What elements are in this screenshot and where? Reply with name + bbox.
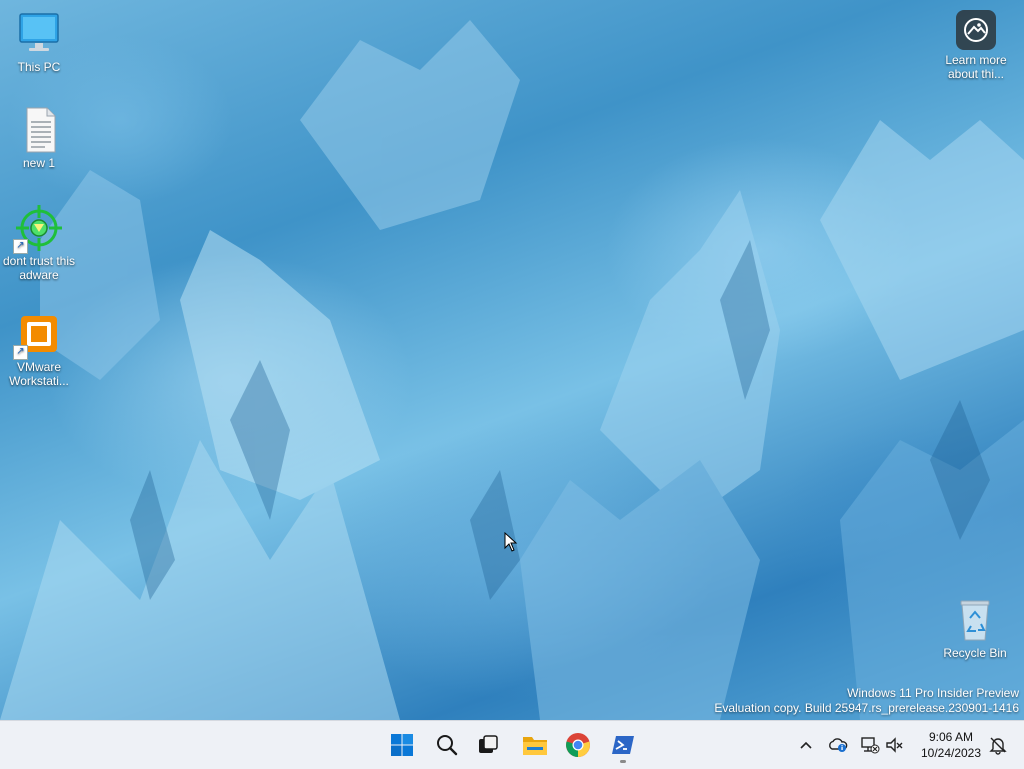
monitor-icon <box>15 10 63 58</box>
desktop-icon-this-pc[interactable]: This PC <box>0 10 78 74</box>
clock[interactable]: 9:06 AM 10/24/2023 <box>916 729 986 761</box>
watermark-edition: Windows 11 Pro Insider Preview <box>847 686 1019 700</box>
crosshair-target-icon: ↗ <box>13 204 63 254</box>
learn-more-widget[interactable]: Learn more about thi... <box>938 10 1014 81</box>
cloud-info-icon <box>829 738 848 752</box>
learn-more-label: Learn more about thi... <box>945 53 1007 81</box>
clock-time: 9:06 AM <box>928 730 974 744</box>
shortcut-arrow-icon: ↗ <box>13 345 28 360</box>
taskbar: 9:06 AM 10/24/2023 <box>0 720 1024 769</box>
desktop-icon-label: new 1 <box>22 156 56 170</box>
chrome-button[interactable] <box>558 725 598 765</box>
show-hidden-icons-button[interactable] <box>796 735 816 755</box>
desktop-icon-adware[interactable]: ↗ dont trust this adware <box>0 204 78 282</box>
file-explorer-icon <box>523 737 547 755</box>
task-view-icon <box>479 735 498 753</box>
search-button[interactable] <box>427 725 467 765</box>
watermark-build: Evaluation copy. Build 25947.rs_prerelea… <box>714 701 1019 715</box>
build-watermark: Windows 11 Pro Insider Preview Evaluatio… <box>714 686 1019 716</box>
onedrive-tray-button[interactable] <box>828 735 848 755</box>
desktop-icon-label: dont trust this adware <box>2 254 76 282</box>
desktop-icon-label: Recycle Bin <box>943 646 1007 660</box>
volume-tray-button[interactable] <box>885 735 905 755</box>
notification-bell-off-icon <box>989 737 1007 755</box>
desktop-wallpaper: This PC new 1 ↗ dont trust this adware ↗… <box>0 0 1024 720</box>
powershell-button[interactable] <box>603 725 643 765</box>
task-view-button[interactable] <box>468 725 508 765</box>
network-disconnected-icon <box>861 737 880 754</box>
desktop-icon-vmware[interactable]: ↗ VMware Workstati... <box>0 310 78 388</box>
windows-logo-icon <box>391 734 413 756</box>
powershell-icon <box>612 736 634 754</box>
wallpaper-ice-image <box>0 20 1024 720</box>
volume-muted-icon <box>886 737 903 753</box>
shortcut-arrow-icon: ↗ <box>13 239 28 254</box>
network-tray-button[interactable] <box>860 735 880 755</box>
desktop-icon-label: This PC <box>17 60 61 74</box>
desktop-icon-label: VMware Workstati... <box>9 360 69 388</box>
vmware-icon: ↗ <box>13 310 63 360</box>
mouse-cursor-icon <box>504 532 518 552</box>
running-indicator <box>620 760 626 763</box>
search-icon <box>437 735 458 756</box>
start-button[interactable] <box>382 725 422 765</box>
desktop-icon-new-1[interactable]: new 1 <box>0 106 78 170</box>
spotlight-camera-icon <box>956 10 996 50</box>
chrome-icon <box>566 733 590 757</box>
file-explorer-button[interactable] <box>515 725 555 765</box>
text-file-icon <box>15 106 63 154</box>
notifications-button[interactable] <box>988 735 1008 755</box>
recycle-bin-icon <box>951 596 999 644</box>
desktop-icon-recycle-bin[interactable]: Recycle Bin <box>936 596 1014 660</box>
clock-date: 10/24/2023 <box>920 746 982 760</box>
chevron-up-icon <box>800 741 812 749</box>
